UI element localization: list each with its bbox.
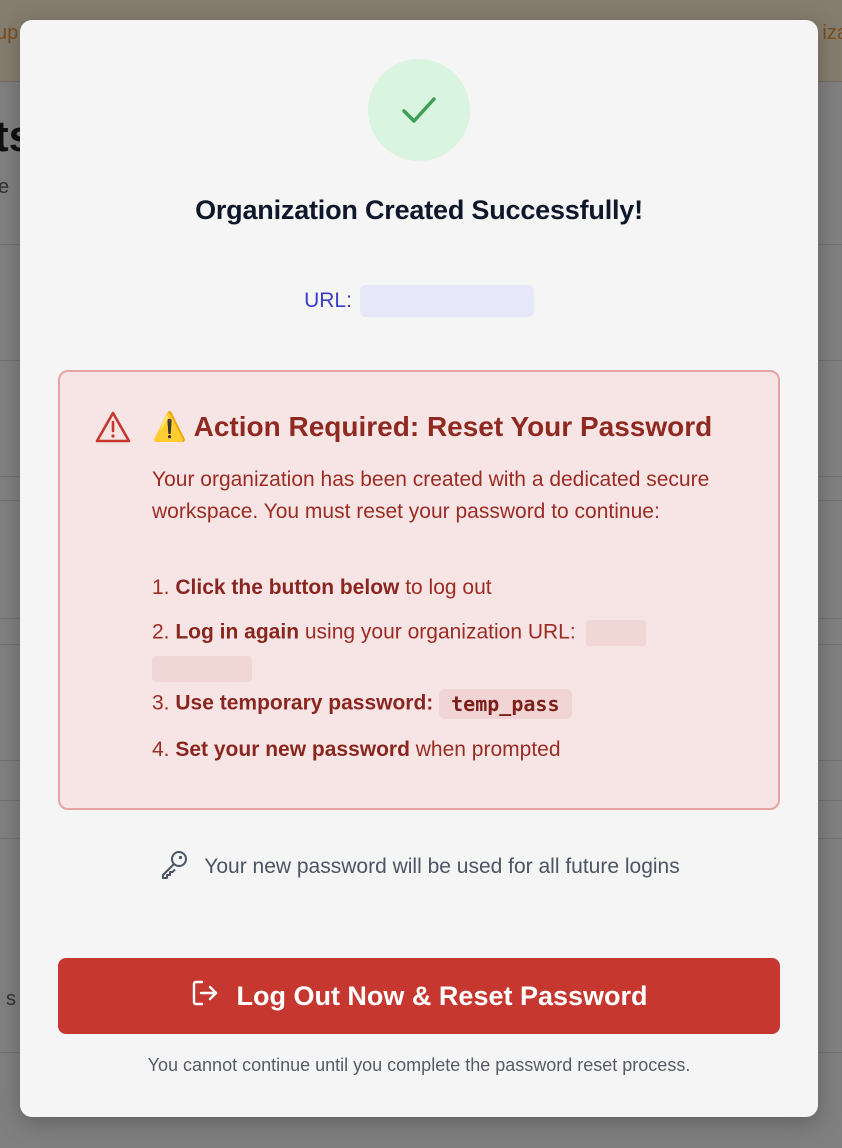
reset-required-footnote: You cannot continue until you complete t… [147,1055,691,1075]
step-bold-text: Set your new password [175,738,410,761]
step-bold-text: Use temporary password: [175,691,434,715]
step-number: 1. [152,576,170,599]
step-item: 1. Click the button below to log out [152,576,492,600]
alert-description: Your organization has been created with … [152,468,710,523]
action-required-alert: ⚠️ Action Required: Reset Your Password … [58,370,780,810]
alert-title: ⚠️ Action Required: Reset Your Password [152,411,713,442]
success-modal: Organization Created Successfully! URL: … [20,20,818,1117]
success-badge [368,59,470,161]
background-topbar-left-text: up [0,22,19,44]
background-subtitle: e [0,176,10,198]
password-info-text: Your new password will be used for all f… [204,855,680,878]
step-text: when prompted [409,738,561,761]
modal-title: Organization Created Successfully! [195,195,643,225]
step-number: 2. [152,620,170,644]
step-item: 2. Log in again using your organization … [152,620,646,646]
step-bold-text: Click the button below [175,576,400,599]
step-number: 4. [152,738,170,761]
logout-icon [190,978,220,1015]
background-row-text: s [6,988,16,1010]
org-url-redacted [585,620,646,646]
warning-triangle-icon [94,410,132,449]
logout-reset-password-button[interactable]: Log Out Now & Reset Password [58,958,780,1034]
background-topbar-right-text: iza [822,22,842,44]
password-info-row: Your new password will be used for all f… [20,848,818,886]
check-icon [402,97,436,123]
step-number: 3. [152,691,170,715]
url-value-redacted [359,285,534,317]
step-text: to log out [399,576,492,599]
temp-password-code: temp_pass [439,689,572,719]
org-url-redacted-continuation [152,656,252,682]
step-item: 4. Set your new password when prompted [152,738,561,762]
step-text: using your organization URL: [299,620,576,644]
key-icon [158,848,190,886]
step-item: 3. Use temporary password: temp_pass [152,689,572,719]
url-label: URL: [304,289,352,312]
step-bold-text: Log in again [175,620,300,644]
organization-url-row: URL: [20,285,818,317]
logout-button-label: Log Out Now & Reset Password [236,980,648,1011]
